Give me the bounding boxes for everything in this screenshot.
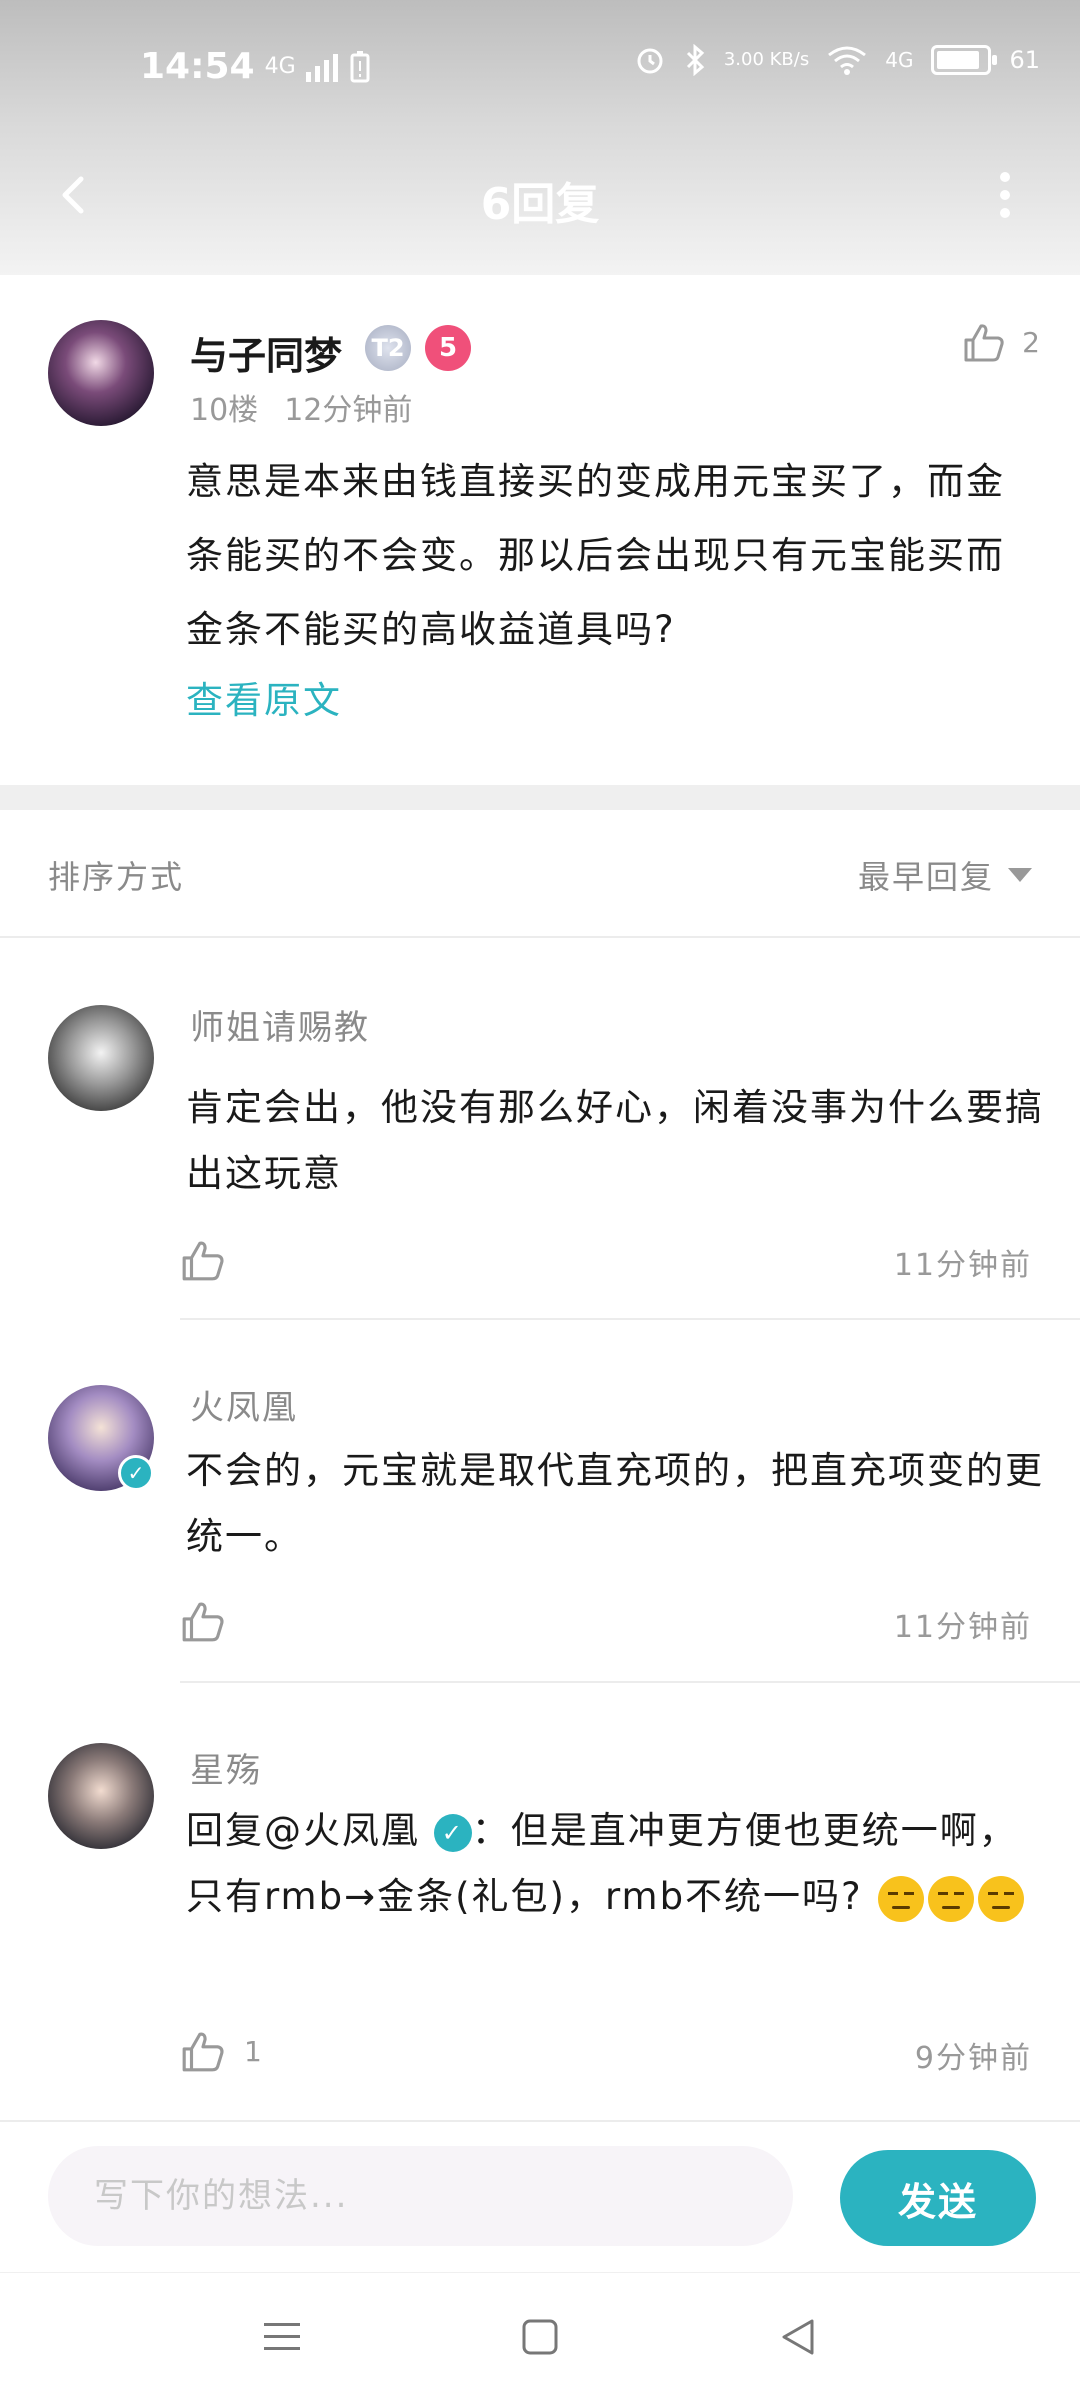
post-body: 意思是本来由钱直接买的变成用元宝买了，而金条能买的不会变。那以后会出现只有元宝能… (186, 460, 1005, 651)
triangle-back-icon (782, 2319, 814, 2355)
nav-menu-button[interactable] (252, 2307, 312, 2367)
comment-input-bar: 发送 (0, 2120, 1080, 2270)
reply-author-name[interactable]: 星殇 (190, 1743, 262, 1792)
more-vertical-icon (1000, 172, 1010, 218)
square-home-icon (522, 2319, 558, 2355)
battery-alert-icon (350, 50, 370, 82)
reply-author-name[interactable]: 师姐请赐教 (190, 1000, 370, 1049)
post-like-count: 2 (1022, 325, 1040, 359)
mention-link[interactable]: @火凤凰 (264, 1809, 420, 1852)
reply-time: 9分钟前 (914, 2041, 1032, 2076)
reply-like-count: 1 (244, 2034, 262, 2068)
triangle-down-icon (1008, 868, 1032, 882)
reply-avatar[interactable] (48, 1743, 154, 1849)
sort-label: 排序方式 (48, 858, 185, 896)
post-author-avatar[interactable] (48, 320, 154, 426)
reply-avatar[interactable] (48, 1005, 154, 1111)
net-speed: 3.00 KB/s (723, 49, 810, 70)
thumbs-up-icon (182, 2032, 224, 2072)
reply-body: 回复@火凤凰 ✓ ：但是直冲更方便也更统一啊，只有rmb→金条(礼包)，rmb不统… (186, 1798, 1046, 1930)
battery-icon (931, 45, 998, 75)
unamused-face-emoji (978, 1875, 1025, 1922)
net-type-label: 4G (885, 48, 914, 72)
verified-check-icon: ✓ (433, 1813, 472, 1852)
post-author-name[interactable]: 与子同梦 (190, 325, 342, 380)
thumbs-up-icon (182, 1241, 224, 1281)
top-app-bar: 6回复 (0, 150, 1080, 240)
wifi-icon (828, 46, 867, 75)
reply-like-button[interactable] (180, 1598, 244, 1644)
alarm-icon (637, 48, 663, 74)
battery-level: 61 (1009, 46, 1040, 74)
status-left: 14:54 4G (140, 46, 370, 87)
page-title: 6回复 (480, 179, 600, 230)
system-nav-bar (0, 2272, 1080, 2400)
thumbs-up-icon (964, 324, 1004, 362)
reply-body: 肯定会出，他没有那么好心，闲着没事为什么要搞出这玩意 (186, 1086, 1044, 1195)
title-badge: T2 (365, 325, 411, 371)
sort-selected-value: 最早回复 (857, 858, 994, 896)
level-badge: 5 (425, 325, 471, 371)
sort-bar: 排序方式 最早回复 (0, 810, 1080, 938)
status-time: 14:54 (140, 46, 255, 87)
reply-like-button[interactable]: 1 (180, 2028, 262, 2074)
verified-check-icon: ✓ (118, 1455, 154, 1491)
reply-time: 11分钟前 (893, 1248, 1032, 1283)
reply-item: ✓ 火凤凰 不会的，元宝就是取代直充项的，把直充项变的更统一。 11分钟前 (0, 1320, 1080, 1683)
send-button[interactable]: 发送 (840, 2150, 1036, 2246)
view-original-link[interactable]: 查看原文 (186, 670, 342, 724)
nav-home-button[interactable] (510, 2307, 570, 2367)
unamused-face-emoji (928, 1875, 975, 1922)
status-right: 3.00 KB/s 4G 61 (634, 44, 1040, 76)
post-floor: 10楼 (190, 393, 259, 428)
signal-bars-icon (305, 53, 338, 82)
comment-input[interactable] (48, 2146, 793, 2246)
reply-time: 11分钟前 (893, 1610, 1032, 1645)
sort-dropdown[interactable]: 最早回复 (858, 852, 1032, 898)
bluetooth-icon (686, 44, 705, 76)
post-like-button[interactable]: 2 (962, 320, 1040, 364)
more-options-button[interactable] (970, 160, 1040, 230)
post-time: 12分钟前 (284, 393, 413, 428)
thumbs-up-icon (182, 1602, 224, 1642)
reply-item: 星殇 回复@火凤凰 ✓ ：但是直冲更方便也更统一啊，只有rmb→金条(礼包)，rm… (0, 1683, 1080, 2120)
status-bar: 14:54 4G 3.00 KB/s 4G 61 (0, 40, 1080, 100)
section-divider (0, 785, 1080, 810)
reply-author-name[interactable]: 火凤凰 (190, 1380, 298, 1429)
unamused-face-emoji (878, 1875, 925, 1922)
reply-like-button[interactable] (180, 1237, 244, 1283)
reply-item: 师姐请赐教 肯定会出，他没有那么好心，闲着没事为什么要搞出这玩意 11分钟前 (0, 940, 1080, 1320)
post-meta: 10楼 12分钟前 (190, 385, 412, 429)
reply-prefix: 回复 (186, 1809, 264, 1852)
menu-lines-icon (264, 2323, 300, 2350)
signal-type-label: 4G (264, 54, 296, 79)
reply-body: 不会的，元宝就是取代直充项的，把直充项变的更统一。 (186, 1449, 1044, 1558)
nav-back-button[interactable] (768, 2307, 828, 2367)
original-post: 与子同梦 T2 5 10楼 12分钟前 2 意思是本来由钱直接买的变成用元宝买了… (0, 275, 1080, 785)
